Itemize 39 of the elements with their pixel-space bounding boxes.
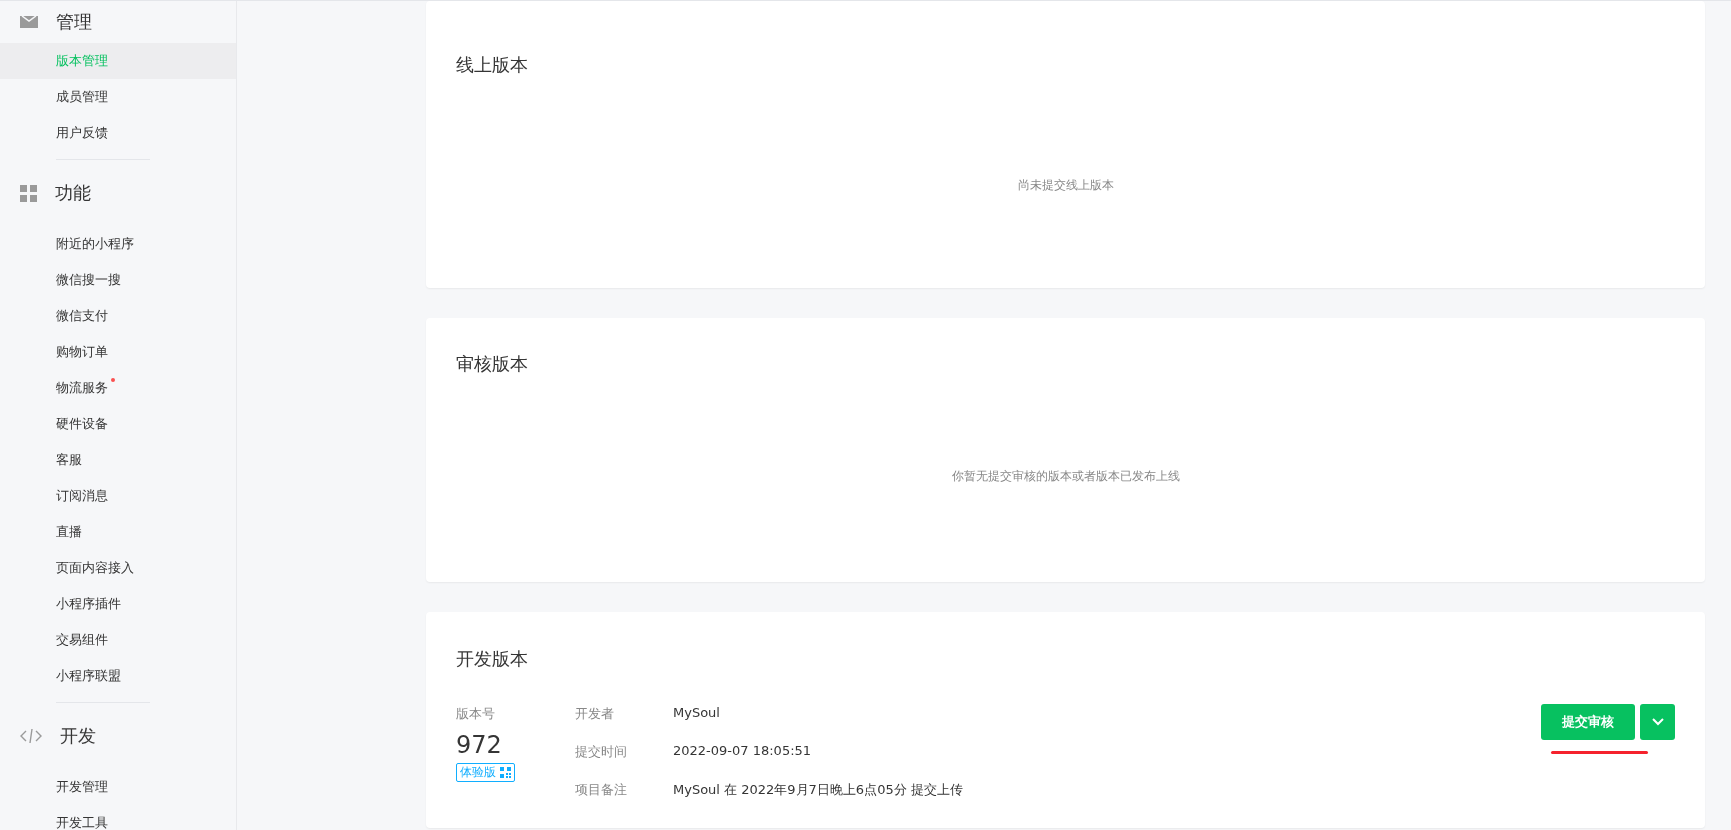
sidebar-item[interactable]: 附近的小程序 bbox=[0, 226, 236, 262]
qr-code-icon bbox=[500, 767, 511, 778]
field-value: MySoul bbox=[673, 705, 721, 722]
sidebar-section-title: 功能 bbox=[55, 181, 91, 205]
field-value: MySoul 在 2022年9月7日晚上6点05分 提交上传 bbox=[673, 781, 964, 799]
card-title: 线上版本 bbox=[456, 53, 529, 77]
field-label: 项目备注 bbox=[575, 781, 628, 799]
sidebar-item[interactable]: 微信搜一搜 bbox=[0, 262, 236, 298]
sidebar-item[interactable]: 小程序插件 bbox=[0, 586, 236, 622]
sidebar-item[interactable]: 用户反馈 bbox=[0, 115, 236, 151]
field-value: 2022-09-07 18:05:51 bbox=[673, 743, 813, 760]
sidebar-item[interactable]: 成员管理 bbox=[0, 79, 236, 115]
empty-message: 尚未提交线上版本 bbox=[1016, 177, 1115, 194]
envelope-icon bbox=[20, 16, 38, 28]
sidebar-item[interactable]: 小程序联盟 bbox=[0, 658, 236, 694]
field-label: 版本号 bbox=[456, 705, 495, 723]
code-icon bbox=[20, 728, 42, 744]
sidebar-item[interactable]: 开发工具 bbox=[0, 805, 236, 830]
field-label: 提交时间 bbox=[575, 743, 628, 761]
sidebar-item[interactable]: 开发管理 bbox=[0, 769, 236, 805]
sidebar-item[interactable]: 购物订单 bbox=[0, 334, 236, 370]
card-title: 审核版本 bbox=[456, 352, 529, 376]
sidebar-item[interactable]: 订阅消息 bbox=[0, 478, 236, 514]
sidebar-item[interactable]: 直播 bbox=[0, 514, 236, 550]
sidebar-section-title: 管理 bbox=[56, 10, 92, 34]
sidebar-item[interactable]: 硬件设备 bbox=[0, 406, 236, 442]
version-number: 972 bbox=[456, 731, 502, 759]
sidebar-item[interactable]: 交易组件 bbox=[0, 622, 236, 658]
sidebar-item[interactable]: 微信支付 bbox=[0, 298, 236, 334]
empty-message: 你暂无提交审核的版本或者版本已发布上线 bbox=[950, 468, 1181, 485]
sidebar-item[interactable]: 客服 bbox=[0, 442, 236, 478]
field-label: 开发者 bbox=[575, 705, 615, 723]
grid-icon bbox=[20, 184, 37, 202]
more-options-button[interactable] bbox=[1640, 704, 1675, 740]
sidebar-item[interactable]: 物流服务 bbox=[0, 370, 236, 406]
card-title: 开发版本 bbox=[456, 647, 529, 671]
chevron-down-icon bbox=[1651, 718, 1664, 726]
sidebar-section-title: 开发 bbox=[60, 724, 96, 748]
sidebar-item[interactable]: 页面内容接入 bbox=[0, 550, 236, 586]
